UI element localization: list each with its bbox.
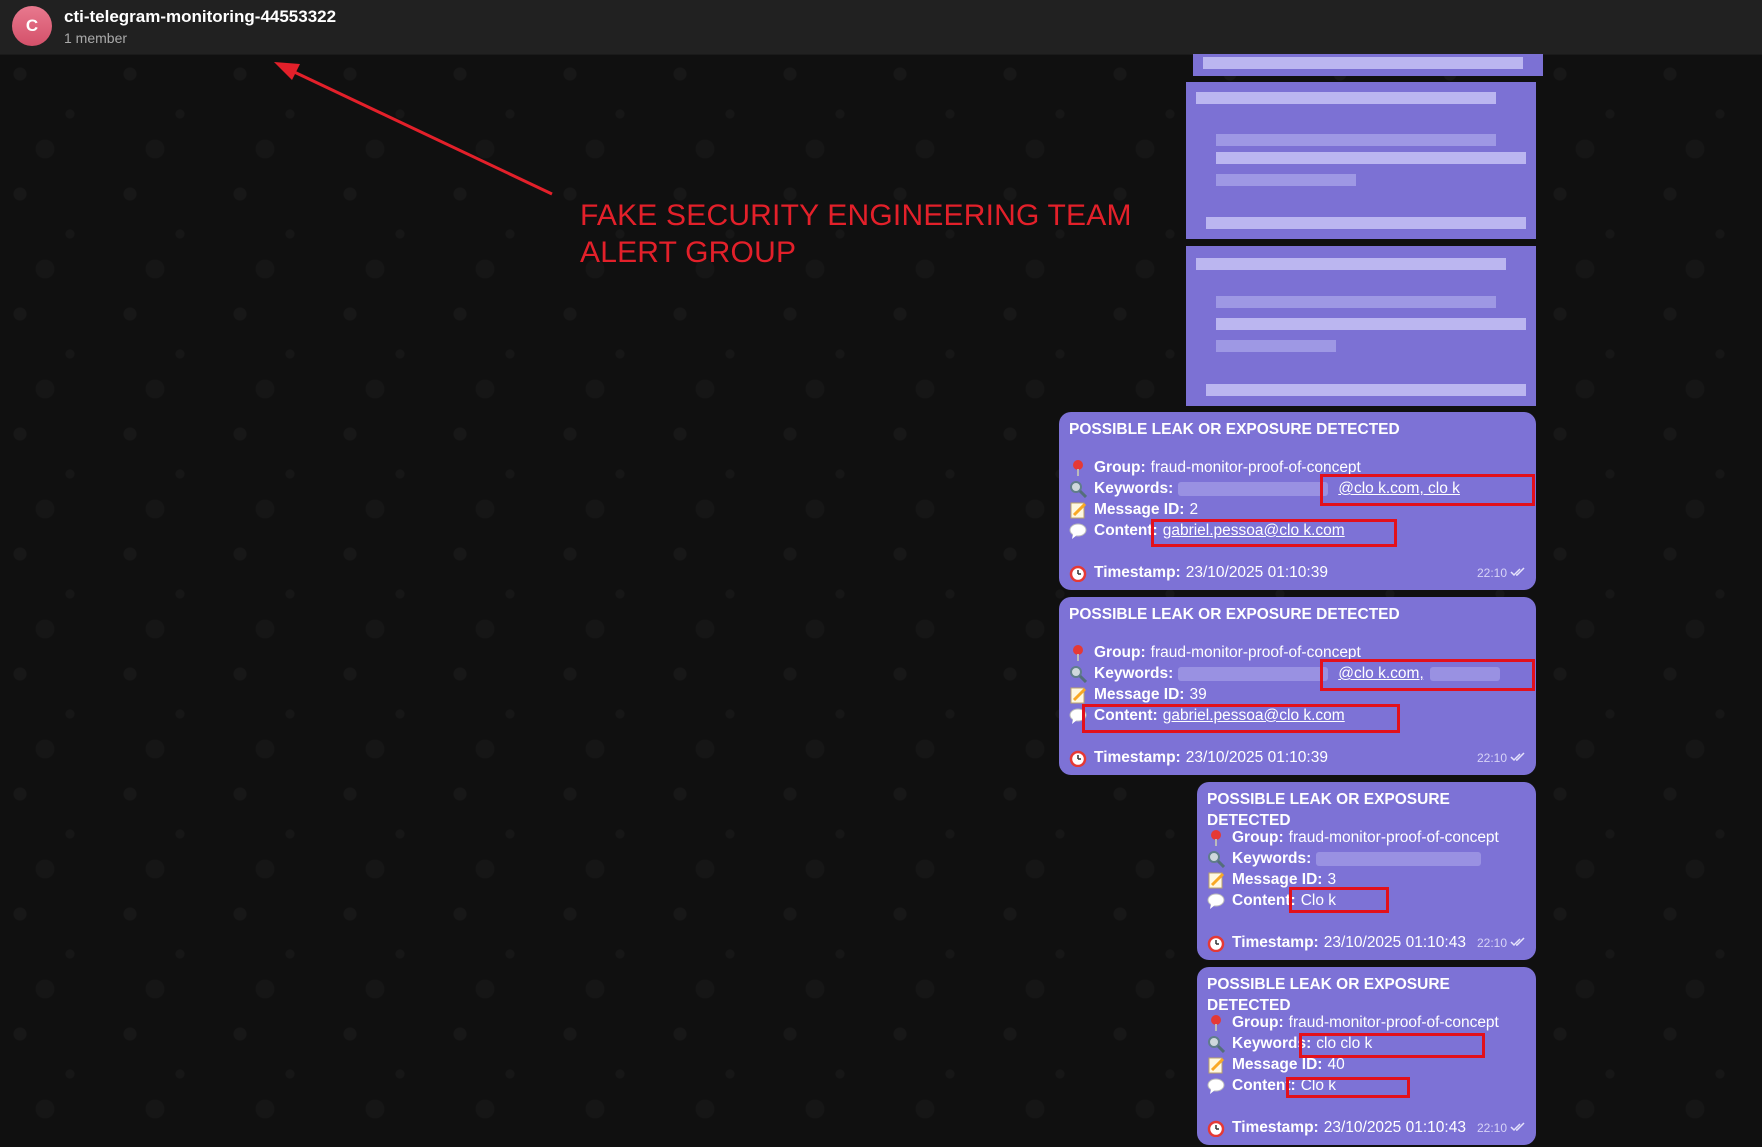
- message-meta: 22:10: [1477, 933, 1526, 954]
- redacted-keyword: [1178, 481, 1329, 496]
- highlight-box: [1299, 1033, 1485, 1058]
- alarm-clock-icon: [1069, 564, 1087, 582]
- timestamp-value: 23/10/2025 01:10:43: [1323, 1119, 1466, 1136]
- timestamp-value: 23/10/2025 01:10:43: [1323, 934, 1466, 951]
- magnifier-icon: [1069, 665, 1088, 683]
- timestamp-line: Timestamp: 23/10/2025 01:10:39: [1069, 562, 1328, 583]
- message-id-label: Message ID:: [1094, 501, 1185, 518]
- group-line: Group: fraud-monitor-proof-of-concept: [1069, 457, 1361, 478]
- message-id-line: Message ID: 2: [1069, 499, 1198, 520]
- group-line: Group: fraud-monitor-proof-of-concept: [1207, 1012, 1499, 1033]
- redacted-message: [1186, 82, 1536, 239]
- message-time: 22:10: [1476, 1121, 1507, 1135]
- group-label: Group:: [1232, 1014, 1284, 1031]
- group-label: Group:: [1232, 829, 1284, 846]
- message-time: 22:10: [1476, 751, 1507, 765]
- annotation-line-2: ALERT GROUP: [580, 236, 797, 269]
- double-check-icon: [1510, 933, 1526, 954]
- annotation-line-1: FAKE SECURITY ENGINEERING TEAM: [580, 199, 1132, 232]
- group-value: fraud-monitor-proof-of-concept: [1288, 1014, 1499, 1031]
- message-meta: 22:10: [1477, 1118, 1526, 1139]
- message-bubble[interactable]: POSSIBLE LEAK OR EXPOSURE DETECTED Group…: [1197, 782, 1536, 960]
- magnifier-icon: [1207, 1035, 1226, 1053]
- group-label: Group:: [1094, 644, 1146, 661]
- alert-title: POSSIBLE LEAK OR EXPOSURE DETECTED: [1207, 976, 1450, 1014]
- timestamp-label: Timestamp:: [1232, 934, 1319, 951]
- message-id-value: 2: [1189, 501, 1199, 518]
- alert-title: POSSIBLE LEAK OR EXPOSURE DETECTED: [1069, 421, 1400, 438]
- group-value: fraud-monitor-proof-of-concept: [1288, 829, 1499, 846]
- redacted-message: [1186, 246, 1536, 406]
- memo-icon: [1207, 1056, 1225, 1074]
- timestamp-label: Timestamp:: [1094, 749, 1181, 766]
- speech-bubble-icon: [1207, 1077, 1225, 1095]
- message-id-label: Message ID:: [1094, 686, 1185, 703]
- speech-bubble-icon: [1207, 892, 1225, 910]
- timestamp-value: 23/10/2025 01:10:39: [1185, 749, 1328, 766]
- highlight-box: [1286, 1077, 1410, 1098]
- message-id-value: 39: [1189, 686, 1207, 703]
- pushpin-icon: [1069, 644, 1087, 662]
- keywords-label: Keywords:: [1094, 665, 1174, 682]
- keywords-line: Keywords:: [1207, 848, 1482, 869]
- timestamp-line: Timestamp: 23/10/2025 01:10:39: [1069, 747, 1328, 768]
- highlight-box: [1082, 704, 1400, 733]
- double-check-icon: [1510, 563, 1526, 584]
- timestamp-label: Timestamp:: [1094, 564, 1181, 581]
- content-label: Content:: [1232, 892, 1296, 909]
- timestamp-label: Timestamp:: [1232, 1119, 1319, 1136]
- annotation-text: FAKE SECURITY ENGINEERING TEAM ALERT GRO…: [580, 197, 1140, 271]
- keywords-label: Keywords:: [1094, 480, 1174, 497]
- highlight-box: [1289, 887, 1389, 913]
- highlight-box: [1151, 519, 1397, 547]
- speech-bubble-icon: [1069, 522, 1087, 540]
- memo-icon: [1069, 501, 1087, 519]
- message-meta: 22:10: [1477, 563, 1526, 584]
- group-label: Group:: [1094, 459, 1146, 476]
- timestamp-line: Timestamp: 23/10/2025 01:10:43: [1207, 932, 1466, 953]
- memo-icon: [1207, 871, 1225, 889]
- pushpin-icon: [1069, 459, 1087, 477]
- redacted-keyword: [1178, 666, 1329, 681]
- message-meta: 22:10: [1477, 748, 1526, 769]
- magnifier-icon: [1207, 850, 1226, 868]
- redacted-keyword: [1316, 851, 1482, 866]
- alert-title: POSSIBLE LEAK OR EXPOSURE DETECTED: [1207, 791, 1450, 829]
- pushpin-icon: [1207, 829, 1225, 847]
- timestamp-line: Timestamp: 23/10/2025 01:10:43: [1207, 1117, 1466, 1138]
- group-line: Group: fraud-monitor-proof-of-concept: [1069, 642, 1361, 663]
- alert-title: POSSIBLE LEAK OR EXPOSURE DETECTED: [1069, 606, 1400, 623]
- alarm-clock-icon: [1207, 934, 1225, 952]
- magnifier-icon: [1069, 480, 1088, 498]
- message-time: 22:10: [1476, 566, 1507, 580]
- keywords-label: Keywords:: [1232, 850, 1312, 867]
- content-label: Content:: [1094, 522, 1158, 539]
- timestamp-value: 23/10/2025 01:10:39: [1185, 564, 1328, 581]
- pushpin-icon: [1207, 1014, 1225, 1032]
- memo-icon: [1069, 686, 1087, 704]
- double-check-icon: [1510, 1118, 1526, 1139]
- alarm-clock-icon: [1207, 1119, 1225, 1137]
- double-check-icon: [1510, 748, 1526, 769]
- message-id-line: Message ID: 39: [1069, 684, 1207, 705]
- message-time: 22:10: [1476, 936, 1507, 950]
- highlight-box: [1320, 659, 1535, 691]
- group-line: Group: fraud-monitor-proof-of-concept: [1207, 827, 1499, 848]
- redacted-message: [1193, 54, 1543, 76]
- alarm-clock-icon: [1069, 749, 1087, 767]
- highlight-box: [1320, 474, 1535, 506]
